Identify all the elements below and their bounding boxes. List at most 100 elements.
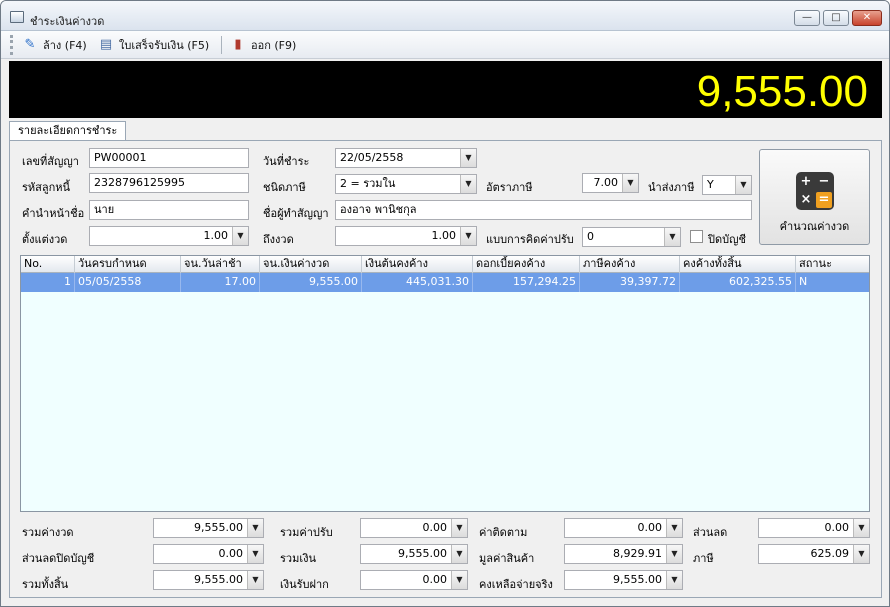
cell-principal[interactable]: 445,031.30	[362, 273, 473, 292]
chevron-down-icon[interactable]: ▼	[451, 519, 467, 537]
cell-late-days[interactable]: 17.00	[181, 273, 260, 292]
from-period-select[interactable]: 1.00 ▼	[89, 226, 249, 246]
pay-date-picker[interactable]: 22/05/2558 ▼	[335, 148, 477, 168]
chevron-down-icon[interactable]: ▼	[451, 571, 467, 589]
total-installment-value: 9,555.00	[194, 521, 243, 534]
close-button[interactable]: ✕	[852, 10, 882, 26]
discount-field[interactable]: 0.00 ▼	[758, 518, 870, 538]
cell-status[interactable]: N	[796, 273, 869, 292]
amount-value: 9,555.00	[696, 67, 868, 116]
prefix-label: คำนำหน้าชื่อ	[22, 207, 85, 220]
col-installment[interactable]: จน.เงินค่างวด	[260, 256, 362, 273]
col-tax[interactable]: ภาษีคงค้าง	[580, 256, 680, 273]
exit-label: ออก (F9)	[251, 39, 297, 52]
cell-total-outstanding[interactable]: 602,325.55	[680, 273, 796, 292]
total-money-value: 9,555.00	[398, 547, 447, 560]
cell-tax[interactable]: 39,397.72	[580, 273, 680, 292]
minimize-button[interactable]: —	[794, 10, 820, 26]
from-period-label: ตั้งแต่งวด	[22, 233, 68, 246]
follow-fee-value: 0.00	[637, 521, 663, 534]
chevron-down-icon[interactable]: ▼	[247, 571, 263, 589]
col-interest[interactable]: ดอกเบี้ยคงค้าง	[473, 256, 580, 273]
pay-date-label: วันที่ชำระ	[263, 155, 310, 168]
clear-label: ล้าง (F4)	[43, 39, 87, 52]
net-pay-field[interactable]: 9,555.00 ▼	[564, 570, 683, 590]
receipt-label: ใบเสร็จรับเงิน (F5)	[119, 39, 210, 52]
col-due-date[interactable]: วันครบกำหนด	[75, 256, 181, 273]
tax-rate-select[interactable]: 7.00 ▼	[582, 173, 639, 193]
follow-fee-field[interactable]: 0.00 ▼	[564, 518, 683, 538]
clear-icon: ✎	[24, 37, 36, 52]
chevron-down-icon[interactable]: ▼	[460, 227, 476, 245]
chevron-down-icon[interactable]: ▼	[735, 176, 751, 194]
from-period-value: 1.00	[203, 229, 229, 242]
clear-button[interactable]: ✎ ล้าง (F4)	[21, 35, 87, 55]
chevron-down-icon[interactable]: ▼	[622, 174, 638, 192]
col-no[interactable]: No.	[21, 256, 75, 273]
grand-total-field[interactable]: 9,555.00 ▼	[153, 570, 264, 590]
col-total-outstanding[interactable]: คงค้างทั้งสิ้น	[680, 256, 796, 273]
total-fine-label: รวมค่าปรับ	[280, 526, 333, 539]
cell-no[interactable]: 1	[21, 273, 75, 292]
deposit-value: 0.00	[422, 573, 448, 586]
chevron-down-icon[interactable]: ▼	[666, 519, 682, 537]
receipt-icon: ▤	[99, 37, 113, 52]
chevron-down-icon[interactable]: ▼	[451, 545, 467, 563]
contract-no-field[interactable]: PW00001	[89, 148, 249, 168]
fine-mode-select[interactable]: 0 ▼	[582, 227, 681, 247]
discount-label: ส่วนลด	[693, 526, 728, 539]
chevron-down-icon[interactable]: ▼	[460, 149, 476, 167]
prefix-field[interactable]: นาย	[89, 200, 249, 220]
total-money-field[interactable]: 9,555.00 ▼	[360, 544, 468, 564]
debtor-code-label: รหัสลูกหนี้	[22, 181, 71, 194]
deposit-field[interactable]: 0.00 ▼	[360, 570, 468, 590]
chevron-down-icon[interactable]: ▼	[664, 228, 680, 246]
cell-interest[interactable]: 157,294.25	[473, 273, 580, 292]
tab-payment-details[interactable]: รายละเอียดการชำระ	[9, 121, 127, 141]
debtor-code-field[interactable]: 2328796125995	[89, 173, 249, 193]
col-status[interactable]: สถานะ	[796, 256, 869, 273]
grand-total-value: 9,555.00	[194, 573, 243, 586]
chevron-down-icon[interactable]: ▼	[853, 545, 869, 563]
deposit-label: เงินรับฝาก	[280, 578, 329, 591]
maximize-button[interactable]: □	[823, 10, 849, 26]
receipt-button[interactable]: ▤ ใบเสร็จรับเงิน (F5)	[97, 35, 209, 55]
tax-rate-value: 7.00	[593, 176, 619, 189]
close-account-checkbox[interactable]	[690, 230, 703, 243]
tax-type-select[interactable]: 2 = รวมใน ▼	[335, 174, 477, 194]
fine-mode-value: 0	[587, 230, 594, 243]
goods-value-field[interactable]: 8,929.91 ▼	[564, 544, 683, 564]
total-installment-label: รวมค่างวด	[22, 526, 74, 539]
chevron-down-icon[interactable]: ▼	[247, 519, 263, 537]
total-installment-field[interactable]: 9,555.00 ▼	[153, 518, 264, 538]
chevron-down-icon[interactable]: ▼	[247, 545, 263, 563]
tax-type-label: ชนิดภาษี	[263, 181, 306, 194]
to-period-label: ถึงงวด	[263, 233, 294, 246]
tax-value: 625.09	[810, 547, 850, 560]
close-discount-field[interactable]: 0.00 ▼	[153, 544, 264, 564]
net-pay-value: 9,555.00	[613, 573, 662, 586]
to-period-select[interactable]: 1.00 ▼	[335, 226, 477, 246]
chevron-down-icon[interactable]: ▼	[853, 519, 869, 537]
contract-name-field[interactable]: องอาจ พานิชกุล	[335, 200, 752, 220]
chevron-down-icon[interactable]: ▼	[460, 175, 476, 193]
title-bar: ชำระเงินค่างวด — □ ✕	[1, 1, 889, 31]
close-discount-label: ส่วนลดปิดบัญชี	[22, 552, 95, 565]
col-late-days[interactable]: จน.วันล่าช้า	[181, 256, 260, 273]
cell-due-date[interactable]: 05/05/2558	[75, 273, 181, 292]
chevron-down-icon[interactable]: ▼	[666, 571, 682, 589]
toolbar-separator	[221, 36, 222, 54]
total-fine-field[interactable]: 0.00 ▼	[360, 518, 468, 538]
exit-door-icon: ▮	[234, 37, 242, 52]
close-account-label: ปิดบัญชี	[708, 233, 746, 246]
submit-tax-select[interactable]: Y ▼	[702, 175, 752, 195]
tax-field[interactable]: 625.09 ▼	[758, 544, 870, 564]
col-principal[interactable]: เงินต้นคงค้าง	[362, 256, 473, 273]
calculate-button[interactable]: + − × = คำนวณค่างวด	[759, 149, 870, 245]
exit-button[interactable]: ▮ ออก (F9)	[229, 35, 296, 55]
chevron-down-icon[interactable]: ▼	[666, 545, 682, 563]
cell-installment[interactable]: 9,555.00	[260, 273, 362, 292]
chevron-down-icon[interactable]: ▼	[232, 227, 248, 245]
table-row[interactable]: 1 05/05/2558 17.00 9,555.00 445,031.30 1…	[21, 273, 869, 292]
grand-total-label: รวมทั้งสิ้น	[22, 578, 69, 591]
